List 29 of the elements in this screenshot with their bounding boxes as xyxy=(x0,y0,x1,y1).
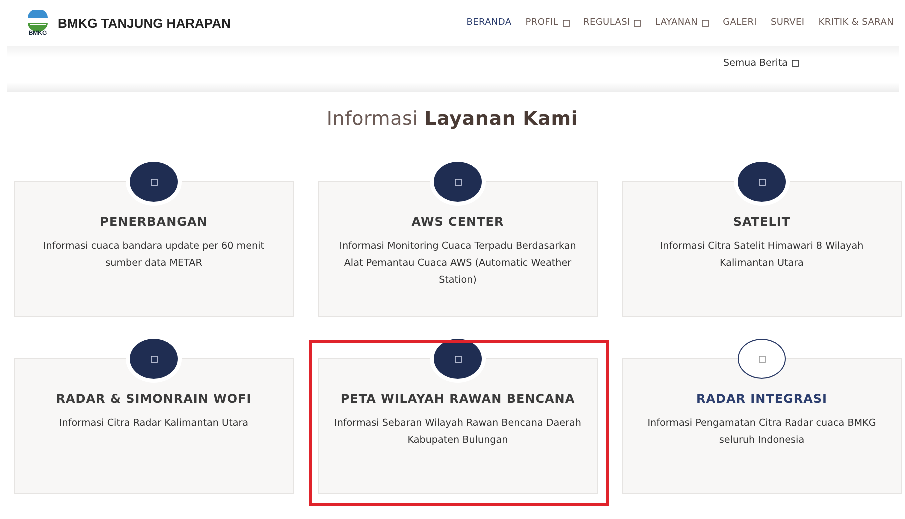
service-card[interactable]: PENERBANGAN Informasi cuaca bandara update per 60 menit sumber data METAR xyxy=(14,181,294,317)
nav-link[interactable]: GALERI xyxy=(716,18,764,28)
section-title: Informasi Layanan Kami xyxy=(326,108,580,130)
card-description: Informasi Citra Satelit Himawari 8 Wilayah Kalimantan Utara xyxy=(659,240,865,271)
nav-link[interactable]: LAYANAN xyxy=(648,18,716,28)
site-title: BMKG TANJUNG HARAPAN xyxy=(58,16,231,30)
nav-link[interactable]: KRITIK & SARAN xyxy=(812,18,901,28)
nav-link[interactable]: REGULASI xyxy=(576,18,648,28)
card-description: Informasi Monitoring Cuaca Terpadu Berdasarkan Alat Pemantau Cuaca AWS (Automatic Weather Station) xyxy=(338,240,578,288)
card-description: Informasi Citra Radar Kalimantan Utara xyxy=(58,417,250,431)
card-description: Informasi Sebaran Wilayah Rawan Bencana Daerah Kabupaten Bulungan xyxy=(334,417,582,448)
nav-link[interactable]: PROFIL xyxy=(518,18,577,28)
logo-icon xyxy=(25,10,51,32)
service-card[interactable]: RADAR & SIMONRAIN WOFI Informasi Citra Radar Kalimantan Utara xyxy=(14,358,294,494)
service-card[interactable]: AWS CENTER Informasi Monitoring Cuaca Terpadu Berdasarkan Alat Pemantau Cuaca AWS (Automatic Weather Station) xyxy=(318,181,598,317)
card-title: PENERBANGAN xyxy=(99,215,209,229)
card-title: RADAR & SIMONRAIN WOFI xyxy=(55,392,253,406)
service-card[interactable]: RADAR INTEGRASI Informasi Pengamatan Citra Radar cuaca BMKG seluruh Indonesia xyxy=(622,358,902,494)
card-description: Informasi Pengamatan Citra Radar cuaca BMKG seluruh Indonesia xyxy=(646,417,878,448)
card-title: SATELIT xyxy=(732,215,792,229)
service-card[interactable]: SATELIT Informasi Citra Satelit Himawari 8 Wilayah Kalimantan Utara xyxy=(622,181,902,317)
nav-link[interactable]: SURVEI xyxy=(764,18,812,28)
card-title: PETA WILAYAH RAWAN BENCANA xyxy=(340,392,576,406)
card-description: Informasi cuaca bandara update per 60 menit sumber data METAR xyxy=(42,240,266,271)
card-title: RADAR INTEGRASI xyxy=(695,392,829,406)
nav-link[interactable]: BERANDA xyxy=(460,18,519,28)
all-news-link[interactable]: Semua Berita xyxy=(724,58,799,68)
service-card[interactable]: PETA WILAYAH RAWAN BENCANA Informasi Sebaran Wilayah Rawan Bencana Daerah Kabupaten Bulungan xyxy=(318,358,598,494)
card-title: AWS CENTER xyxy=(410,215,506,229)
